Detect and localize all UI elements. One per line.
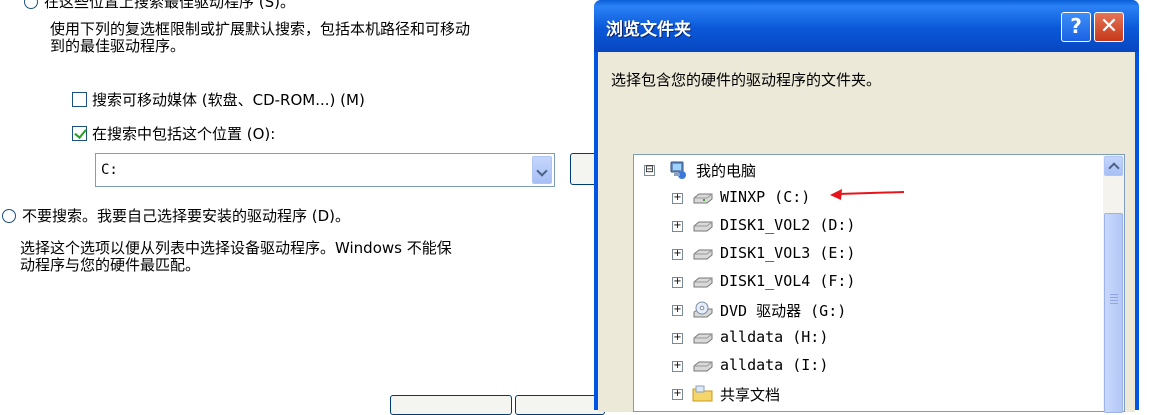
tree-label: 共享文档 — [720, 386, 781, 404]
tree-node-drive-e[interactable]: + DISK1_VOL3 (E:) — [672, 243, 1082, 269]
browse-folder-dialog: 浏览文件夹 ? ✕ 选择包含您的硬件的驱动程序的文件夹。 ⊟ 我的电脑 + WI… — [594, 0, 1139, 413]
path-value: C: — [101, 162, 118, 178]
drive-icon — [693, 193, 713, 204]
tree-node-drive-d[interactable]: + DISK1_VOL2 (D:) — [672, 215, 1082, 241]
dvd-drive-icon — [693, 301, 713, 318]
help-button[interactable]: ? — [1061, 12, 1091, 42]
back-button[interactable] — [390, 395, 512, 415]
annotation-arrow — [830, 189, 905, 200]
expand-icon[interactable]: + — [672, 305, 683, 316]
scroll-up-button[interactable] — [1104, 156, 1123, 176]
checkbox-box[interactable] — [72, 126, 87, 141]
tree-scrollbar[interactable] — [1103, 155, 1124, 413]
dialog-prompt: 选择包含您的硬件的驱动程序的文件夹。 — [611, 71, 882, 89]
tree-node-drive-i[interactable]: + alldata (I:) — [672, 355, 1082, 381]
close-button[interactable]: ✕ — [1094, 12, 1124, 42]
dont-search-radio[interactable]: 不要搜索。我要自己选择要安装的驱动程序 (D)。 — [2, 205, 350, 226]
expand-icon[interactable]: + — [672, 277, 683, 288]
search-description: 使用下列的复选框限制或扩展默认搜索，包括本机路径和可移动 到的最佳驱动程序。 — [50, 20, 471, 55]
radio-circle[interactable] — [24, 0, 38, 9]
dont-search-description: 选择这个选项以便从列表中选择设备驱动程序。Windows 不能保 动程序与您的硬… — [20, 239, 452, 274]
dont-search-radio-label: 不要搜索。我要自己选择要安装的驱动程序 (D)。 — [22, 207, 351, 225]
expand-icon[interactable]: + — [672, 249, 683, 260]
radio-circle[interactable] — [2, 209, 16, 223]
tree-label: DISK1_VOL4 (F:) — [720, 272, 856, 290]
expand-icon[interactable]: + — [672, 361, 683, 372]
search-locations-radio-label: 在这些位置上搜索最佳驱动程序 (S)。 — [44, 0, 295, 11]
tree-label: DISK1_VOL2 (D:) — [720, 216, 856, 234]
tree-label: 我的电脑 — [696, 162, 757, 180]
removable-media-checkbox[interactable]: 搜索可移动媒体 (软盘、CD-ROM...) (M) — [72, 89, 365, 110]
computer-icon — [670, 161, 686, 179]
tree-label: alldata (I:) — [720, 356, 829, 374]
checkbox-box[interactable] — [72, 92, 87, 107]
search-locations-radio[interactable]: 在这些位置上搜索最佳驱动程序 (S)。 — [24, 0, 295, 12]
tree-label: DISK1_VOL3 (E:) — [720, 244, 856, 262]
expand-icon[interactable]: + — [672, 333, 683, 344]
folder-tree[interactable]: ⊟ 我的电脑 + WINXP (C:) + DISK1_VOL2 (D:) + … — [633, 154, 1125, 413]
tree-node-drive-f[interactable]: + DISK1_VOL4 (F:) — [672, 271, 1082, 297]
dialog-body: 选择包含您的硬件的驱动程序的文件夹。 ⊟ 我的电脑 + WINXP (C:) +… — [598, 52, 1135, 413]
tree-label: alldata (H:) — [720, 328, 829, 346]
chevron-down-icon[interactable] — [532, 156, 552, 184]
folder-icon — [692, 385, 713, 402]
tree-label: WINXP (C:) — [720, 188, 811, 206]
removable-media-label: 搜索可移动媒体 (软盘、CD-ROM...) (M) — [92, 91, 365, 109]
path-combobox[interactable]: C: — [95, 153, 555, 187]
next-button[interactable] — [515, 395, 605, 415]
include-location-label: 在搜索中包括这个位置 (O): — [92, 125, 276, 143]
include-location-checkbox[interactable]: 在搜索中包括这个位置 (O): — [72, 123, 275, 144]
expand-icon[interactable]: + — [672, 389, 683, 400]
tree-label: DVD 驱动器 (G:) — [720, 302, 847, 320]
drive-icon — [693, 361, 713, 372]
expand-icon[interactable]: + — [672, 193, 683, 204]
collapse-icon[interactable]: ⊟ — [644, 165, 655, 176]
tree-node-drive-h[interactable]: + alldata (H:) — [672, 327, 1082, 353]
scroll-thumb[interactable] — [1104, 213, 1123, 413]
tree-node-shared-documents[interactable]: + 共享文档 — [672, 383, 1082, 409]
dialog-title: 浏览文件夹 — [606, 20, 691, 40]
expand-icon[interactable]: + — [672, 221, 683, 232]
drive-icon — [693, 333, 713, 344]
drive-icon — [693, 277, 713, 288]
tree-node-my-computer[interactable]: ⊟ 我的电脑 — [644, 159, 1084, 185]
tree-node-dvd-drive[interactable]: + DVD 驱动器 (G:) — [672, 299, 1082, 325]
drive-icon — [693, 221, 713, 232]
drive-icon — [693, 249, 713, 260]
dialog-titlebar[interactable]: 浏览文件夹 ? ✕ — [594, 0, 1139, 52]
